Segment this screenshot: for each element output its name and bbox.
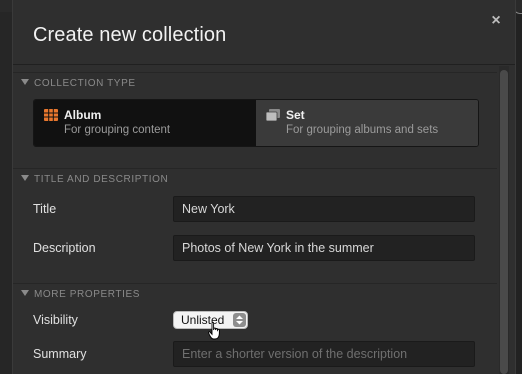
collapse-triangle-icon xyxy=(21,175,29,181)
summary-label: Summary xyxy=(33,347,87,361)
collection-type-selector: Album For grouping content Set For group… xyxy=(33,99,479,147)
section-label: TITLE AND DESCRIPTION xyxy=(34,174,169,185)
album-grid-icon xyxy=(44,109,58,121)
create-collection-dialog: Create new collection × COLLECTION TYPE … xyxy=(12,0,516,374)
title-input[interactable] xyxy=(173,196,475,222)
collection-type-album[interactable]: Album For grouping content xyxy=(34,100,256,146)
section-collection-type[interactable]: COLLECTION TYPE xyxy=(21,78,136,89)
set-stack-icon xyxy=(266,109,280,121)
section-divider xyxy=(13,72,497,73)
section-title-description[interactable]: TITLE AND DESCRIPTION xyxy=(21,174,168,185)
select-arrows-icon xyxy=(233,313,246,327)
scrollbar-thumb[interactable] xyxy=(500,70,508,374)
section-divider xyxy=(13,283,497,284)
set-label: Set xyxy=(286,108,305,122)
collapse-triangle-icon xyxy=(21,290,29,296)
title-label: Title xyxy=(33,202,57,216)
description-label: Description xyxy=(33,241,96,255)
album-label: Album xyxy=(64,108,102,122)
dialog-title: Create new collection xyxy=(33,24,227,46)
title-divider xyxy=(13,64,515,65)
visibility-label: Visibility xyxy=(33,313,78,327)
section-divider xyxy=(13,168,497,169)
collection-type-set[interactable]: Set For grouping albums and sets xyxy=(256,100,478,146)
summary-input[interactable] xyxy=(173,341,475,367)
close-button[interactable]: × xyxy=(488,13,504,29)
hand-cursor-icon xyxy=(208,322,220,340)
set-description: For grouping albums and sets xyxy=(286,124,439,136)
section-label: MORE PROPERTIES xyxy=(34,289,141,300)
collapse-triangle-icon xyxy=(21,79,29,85)
description-input[interactable] xyxy=(173,235,475,261)
background-left-edge xyxy=(0,12,12,374)
album-description: For grouping content xyxy=(64,124,171,136)
section-label: COLLECTION TYPE xyxy=(34,78,136,89)
section-more-properties[interactable]: MORE PROPERTIES xyxy=(21,289,140,300)
